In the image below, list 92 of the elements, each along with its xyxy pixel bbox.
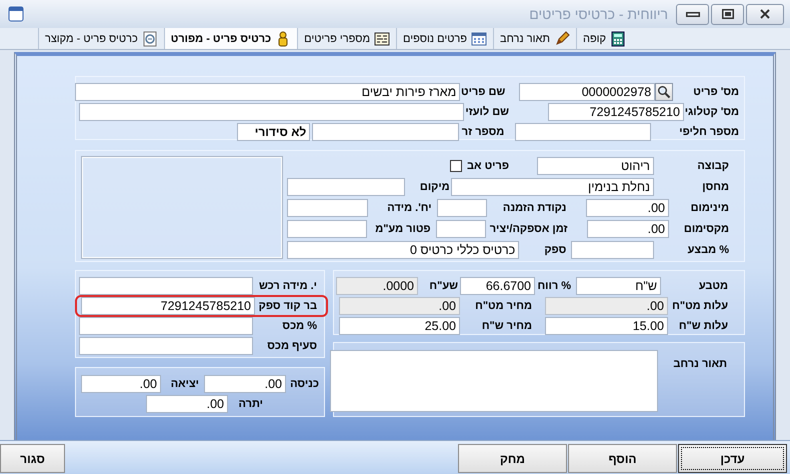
input-field[interactable]	[287, 178, 405, 196]
tab[interactable]: מספרי פריטים	[297, 28, 396, 49]
field-label: נקודת הזמנה	[502, 202, 566, 214]
minimize-button[interactable]	[676, 4, 709, 24]
input-field[interactable]	[436, 220, 486, 238]
checkbox[interactable]	[450, 160, 462, 172]
field-label: קבוצה	[696, 160, 729, 172]
input-field[interactable]: .00	[545, 297, 668, 315]
input-field[interactable]: 25.00	[339, 317, 460, 335]
field-label: מס' פריט	[693, 86, 739, 98]
input-field[interactable]	[312, 123, 460, 141]
field-label: מיקום	[418, 181, 450, 193]
field-label: מחיר מט"ח	[474, 300, 532, 312]
minimize-icon	[686, 12, 700, 16]
input-field[interactable]: .00	[339, 297, 460, 315]
input-field[interactable]	[515, 123, 652, 141]
field-label: מספר חליפי	[679, 126, 739, 138]
field-label: מחסן	[701, 181, 729, 193]
tab[interactable]: תאור נרחב	[493, 28, 576, 49]
tab[interactable]: פרטים נוספים	[396, 28, 494, 49]
field-label: יציאה	[170, 378, 199, 390]
search-icon	[657, 85, 672, 99]
pencil-icon	[554, 30, 570, 46]
input-field[interactable]: נחלת בנימין	[450, 178, 654, 196]
list-icon	[374, 30, 390, 46]
input-field[interactable]: .00	[204, 375, 286, 393]
tab[interactable]: כרטיס פריט - מקוצר	[38, 28, 164, 49]
button[interactable]: הוסף	[568, 444, 677, 473]
input-field[interactable]	[79, 103, 464, 121]
input-field[interactable]: 7291245785210	[548, 103, 684, 121]
field-label: עלות מט"ח	[671, 300, 728, 312]
field-label: מחיר ש"ח	[480, 320, 532, 332]
input-field[interactable]	[286, 199, 368, 217]
status-label: לא סידורי	[237, 123, 310, 141]
field-label: תאור נרחב	[672, 358, 727, 370]
field-label: עלות ש"ח	[678, 320, 728, 332]
field-label: מטבע	[698, 280, 728, 292]
window-title: ריווחית - כרטיסי פריטים	[529, 6, 668, 22]
input-field[interactable]: .00	[587, 220, 669, 238]
field-label: % מבצע	[686, 244, 729, 256]
field-label: כניסה	[289, 378, 319, 390]
field-label: יח'. מידה	[386, 202, 432, 214]
button[interactable]: סגור	[0, 444, 65, 473]
close-button[interactable]	[746, 4, 784, 24]
document-icon	[142, 30, 158, 46]
input-field[interactable]: 7291245785210	[81, 297, 255, 315]
field-label: מינימום	[690, 202, 729, 214]
input-field[interactable]: .0000	[336, 277, 418, 295]
input-field[interactable]	[436, 199, 488, 217]
input-field[interactable]: 15.00	[545, 317, 668, 335]
field-label: מספר זר	[460, 126, 504, 138]
grid-icon	[471, 30, 488, 46]
field-label: % רווח	[536, 280, 571, 292]
input-field[interactable]: ש"ח	[576, 277, 661, 295]
tab[interactable]: כרטיס פריט - מפורט	[164, 28, 298, 49]
input-field[interactable]	[287, 220, 367, 238]
input-field[interactable]: .00	[81, 375, 161, 393]
window-icon	[8, 6, 24, 22]
field-label: זמן אספקה/יציר	[490, 223, 568, 235]
button[interactable]: עדכן	[678, 444, 787, 473]
calculator-icon	[610, 30, 626, 46]
input-field[interactable]	[79, 277, 253, 295]
field-label: שם לועזי	[464, 106, 509, 118]
tab[interactable]: קופה	[576, 28, 632, 49]
close-icon	[760, 9, 770, 19]
field-label: מקסימום	[682, 223, 729, 235]
input-field[interactable]	[79, 337, 253, 355]
input-field[interactable]: .00	[586, 199, 669, 217]
field-label: % מכס	[281, 320, 317, 332]
button[interactable]: מחק	[458, 444, 567, 473]
text-area[interactable]	[330, 350, 658, 412]
field-label: שע"ח	[428, 280, 458, 292]
input-field[interactable]: כרטיס כללי כרטיס 0	[287, 241, 520, 259]
search-button[interactable]	[655, 83, 674, 101]
input-field[interactable]: ריהוט	[537, 157, 654, 175]
field-label: פטור מע"מ	[374, 223, 431, 235]
field-label: סעיף מכס	[266, 340, 317, 352]
field-label: ספק	[543, 244, 566, 256]
input-field[interactable]: מארז פירות יבשים	[75, 83, 460, 101]
field-label: שם פריט	[460, 86, 506, 98]
input-field[interactable]: .00	[146, 395, 228, 413]
field-label: י. מידה רכש	[258, 280, 317, 292]
input-field[interactable]: 0000002978	[519, 83, 656, 101]
maximize-button[interactable]	[711, 4, 744, 24]
field-label: בר קוד ספק	[258, 300, 317, 312]
input-field[interactable]	[79, 317, 253, 335]
field-label: מס' קטלוגי	[684, 106, 739, 118]
input-field[interactable]	[571, 241, 654, 259]
maximize-icon	[722, 9, 734, 19]
input-field[interactable]: 66.6700	[460, 277, 535, 295]
field-label: פריט אב	[467, 160, 509, 172]
field-label: יתרה	[238, 398, 263, 410]
